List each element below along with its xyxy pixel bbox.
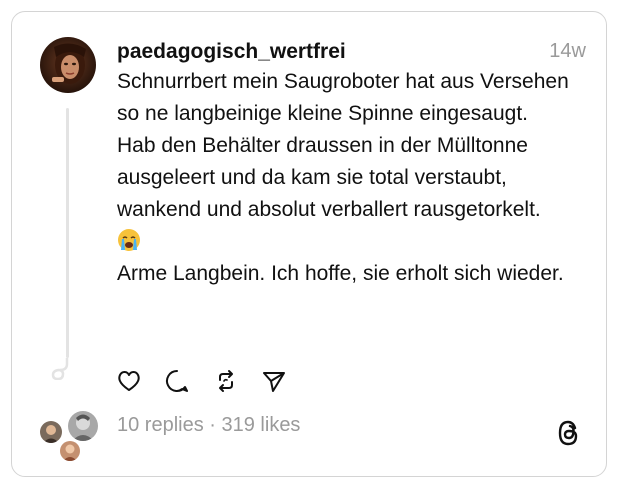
repost-button[interactable] <box>213 368 239 394</box>
loudly-crying-face-icon <box>117 228 141 252</box>
repost-icon <box>219 370 233 392</box>
post-paragraph: Schnurrbert mein Saugroboter hat aus Ver… <box>117 70 569 125</box>
post-timestamp: 14w <box>549 40 586 62</box>
post-paragraph: Hab den Behälter draussen in der Müllton… <box>117 134 541 221</box>
replies-count-link[interactable]: 10 replies <box>117 414 204 436</box>
emoji-line <box>117 226 587 258</box>
post-stats: 10 replies · 319 likes <box>117 414 300 437</box>
avatar <box>58 439 82 463</box>
post-paragraph: Arme Langbein. Ich hoffe, sie erholt sic… <box>117 262 564 285</box>
share-icon <box>263 372 285 392</box>
comment-button[interactable] <box>164 368 190 394</box>
author-avatar[interactable] <box>40 37 96 93</box>
comment-icon <box>166 370 188 392</box>
share-button[interactable] <box>261 368 287 394</box>
post-username[interactable]: paedagogisch_wertfrei <box>117 40 346 64</box>
heart-icon <box>118 371 140 391</box>
thread-line <box>66 108 69 358</box>
thread-curl <box>48 356 72 385</box>
avatar <box>66 409 100 443</box>
threads-logo-icon[interactable] <box>556 419 582 447</box>
reply-avatars[interactable] <box>36 409 102 465</box>
stats-separator: · <box>203 414 222 436</box>
like-button[interactable] <box>116 368 142 394</box>
post-body: Schnurrbert mein Saugroboter hat aus Ver… <box>117 66 587 290</box>
likes-count-link[interactable]: 319 likes <box>222 414 301 436</box>
avatar <box>38 419 64 445</box>
